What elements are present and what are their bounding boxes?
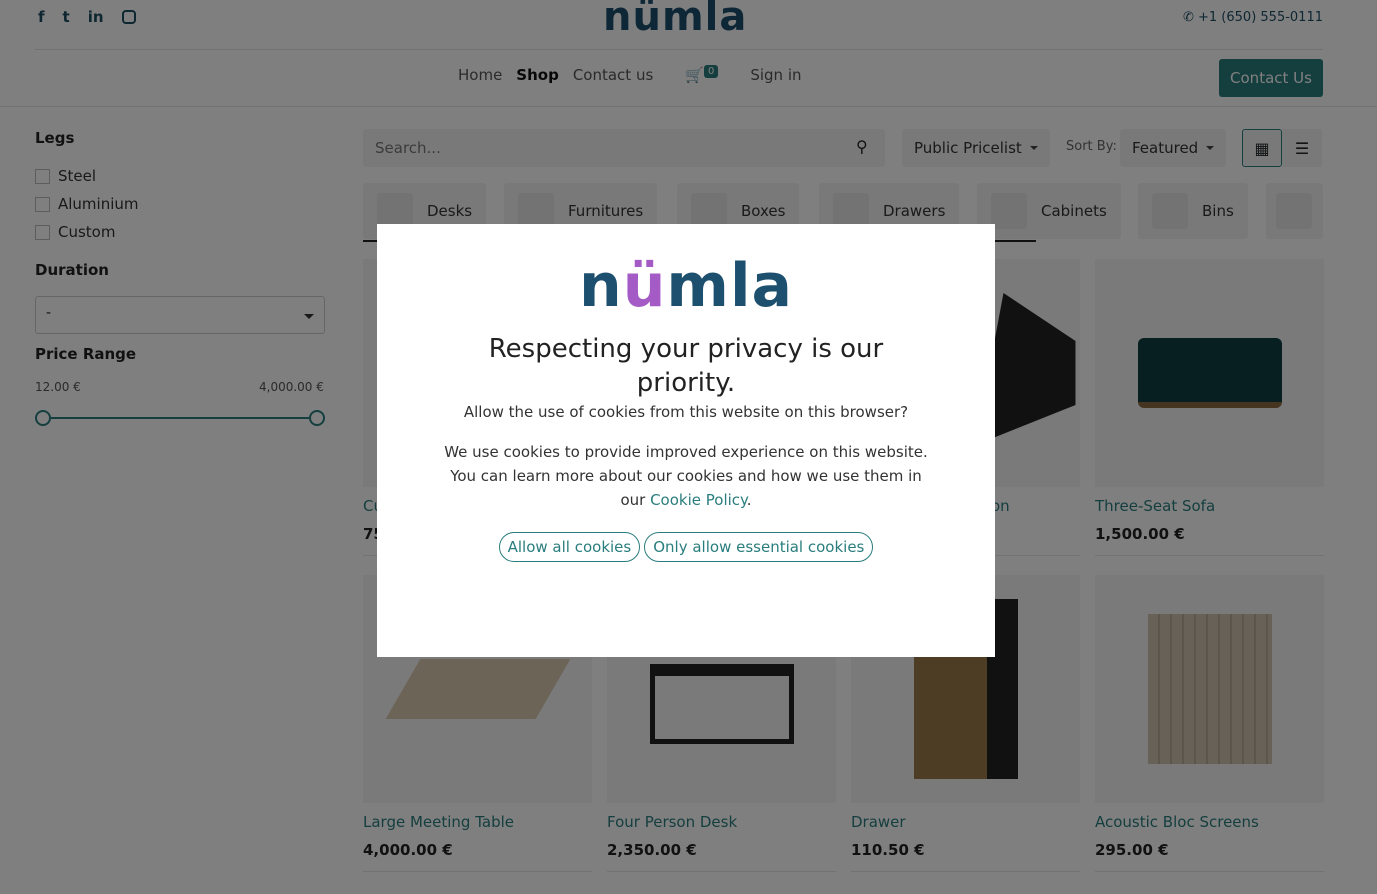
cookie-policy-link[interactable]: Cookie Policy bbox=[650, 491, 747, 509]
cookie-title: Respecting your privacy is our priority. bbox=[488, 334, 884, 398]
modal-logo: nümla bbox=[578, 251, 793, 321]
essential-cookies-button[interactable]: Only allow essential cookies bbox=[644, 532, 874, 562]
allow-all-cookies-button[interactable]: Allow all cookies bbox=[498, 532, 641, 562]
period: . bbox=[746, 491, 752, 509]
cookie-question: Allow the use of cookies from this websi… bbox=[463, 403, 909, 421]
cookie-body: We use cookies to provide improved exper… bbox=[441, 440, 931, 512]
cookie-consent-dialog: nümla Respecting your privacy is our pri… bbox=[377, 224, 995, 657]
